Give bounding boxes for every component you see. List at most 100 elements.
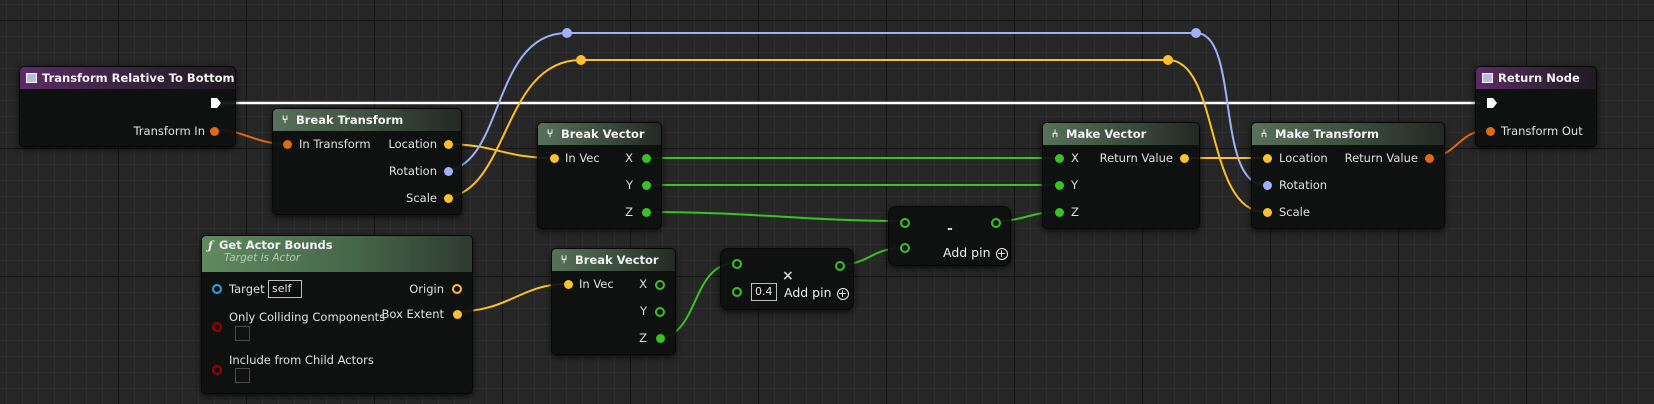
make-vector-x-label: X — [1071, 151, 1079, 165]
scale-label: Scale — [406, 191, 437, 205]
transform-out-pin[interactable] — [1486, 127, 1495, 136]
include-children-checkbox[interactable] — [235, 368, 250, 383]
make-transform-rotation-pin[interactable] — [1263, 181, 1272, 190]
exec-out-pin[interactable] — [210, 97, 222, 109]
in-vec-pin-2[interactable] — [564, 280, 573, 289]
multiply-value-field[interactable]: 0.4 — [751, 283, 777, 301]
make-vector-return-label: Return Value — [1099, 151, 1173, 165]
break-vector-title-2: Break Vector — [575, 253, 659, 267]
make-transform-location-label: Location — [1279, 151, 1328, 165]
make-transform-return-pin[interactable] — [1425, 154, 1434, 163]
in-vec-pin-1[interactable] — [550, 154, 559, 163]
in-vec-label-2: In Vec — [579, 277, 614, 291]
return-node-header[interactable]: Return Node — [1476, 67, 1596, 89]
z-label-1: Z — [625, 205, 633, 219]
make-vector-title: Make Vector — [1066, 127, 1147, 141]
subtract-add-pin-button[interactable]: Add pin + — [943, 245, 1008, 260]
get-actor-bounds-header[interactable]: ƒ Get Actor Bounds Target is Actor — [202, 236, 472, 272]
make-vector-z-label: Z — [1071, 205, 1079, 219]
y-label-1: Y — [625, 178, 633, 192]
function-result-icon — [1482, 73, 1493, 83]
get-actor-bounds-subtitle: Target is Actor — [224, 252, 301, 264]
scale-pin[interactable] — [444, 194, 453, 203]
transform-relative-node[interactable]: Transform Relative To Bottom Transform I… — [19, 66, 236, 147]
make-vector-y-pin[interactable] — [1055, 181, 1064, 190]
transform-in-pin[interactable] — [210, 127, 219, 136]
location-pin[interactable] — [444, 140, 453, 149]
break-vector-title-1: Break Vector — [561, 127, 645, 141]
rotation-label: Rotation — [388, 164, 437, 178]
multiply-in-a-pin[interactable] — [732, 259, 742, 269]
transform-relative-header[interactable]: Transform Relative To Bottom — [20, 67, 235, 89]
include-children-pin[interactable] — [212, 365, 222, 375]
y-pin-1[interactable] — [642, 181, 651, 190]
x-label-1: X — [625, 151, 633, 165]
z-pin-2[interactable] — [656, 334, 665, 343]
make-transform-return-label: Return Value — [1344, 151, 1418, 165]
target-pin[interactable] — [212, 284, 222, 294]
make-icon: ⑃ — [1260, 127, 1268, 140]
subtract-out-pin[interactable] — [991, 218, 1001, 228]
z-pin-1[interactable] — [642, 208, 651, 217]
make-vector-header[interactable]: ⑃ Make Vector — [1043, 123, 1199, 145]
y-pin-2[interactable] — [655, 307, 665, 317]
break-icon: ⑂ — [281, 113, 289, 126]
transform-in-label: Transform In — [133, 124, 205, 138]
subtract-node[interactable]: - Add pin + — [888, 206, 1011, 266]
transform-relative-title: Transform Relative To Bottom — [42, 71, 235, 85]
target-value-field[interactable]: self — [268, 280, 302, 298]
transform-out-label: Transform Out — [1501, 124, 1583, 138]
make-transform-scale-label: Scale — [1279, 205, 1310, 219]
location-label: Location — [388, 137, 437, 151]
make-transform-rotation-label: Rotation — [1279, 178, 1328, 192]
make-transform-node[interactable]: ⑃ Make Transform Location Rotation Scale… — [1251, 122, 1445, 229]
make-vector-y-label: Y — [1071, 178, 1079, 192]
make-vector-x-pin[interactable] — [1055, 154, 1064, 163]
box-extent-label: Box Extent — [381, 307, 445, 321]
in-transform-label: In Transform — [299, 137, 371, 151]
in-vec-label-1: In Vec — [565, 151, 600, 165]
subtract-in-a-pin[interactable] — [900, 218, 910, 228]
rotation-pin[interactable] — [444, 167, 453, 176]
origin-label: Origin — [409, 282, 444, 296]
x-pin-2[interactable] — [655, 280, 665, 290]
break-transform-node[interactable]: ⑂ Break Transform In Transform Location … — [272, 108, 462, 215]
make-vector-return-pin[interactable] — [1180, 154, 1189, 163]
make-icon: ⑃ — [1051, 127, 1059, 140]
multiply-node[interactable]: × 0.4 Add pin + — [720, 248, 854, 310]
only-colliding-pin[interactable] — [212, 322, 222, 332]
get-actor-bounds-node[interactable]: ƒ Get Actor Bounds Target is Actor Targe… — [201, 235, 473, 394]
origin-pin[interactable] — [452, 284, 462, 294]
x-pin-1[interactable] — [642, 154, 651, 163]
y-label-2: Y — [639, 304, 647, 318]
break-transform-header[interactable]: ⑂ Break Transform — [273, 109, 461, 131]
break-vector-header-1[interactable]: ⑂ Break Vector — [538, 123, 661, 145]
in-transform-pin[interactable] — [283, 140, 292, 149]
box-extent-pin[interactable] — [453, 310, 462, 319]
only-colliding-label: Only Colliding Components — [229, 310, 386, 324]
only-colliding-checkbox[interactable] — [235, 326, 250, 341]
make-vector-node[interactable]: ⑃ Make Vector X Y Z Return Value — [1042, 122, 1200, 229]
make-transform-scale-pin[interactable] — [1263, 208, 1272, 217]
make-transform-location-pin[interactable] — [1263, 154, 1272, 163]
return-node[interactable]: Return Node Transform Out — [1475, 66, 1597, 147]
break-vector-header-2[interactable]: ⑂ Break Vector — [552, 249, 675, 271]
break-vector-node-1[interactable]: ⑂ Break Vector In Vec X Y Z — [537, 122, 662, 229]
break-vector-node-2[interactable]: ⑂ Break Vector In Vec X Y Z — [551, 248, 676, 355]
x-label-2: X — [639, 277, 647, 291]
subtract-add-pin-label: Add pin — [943, 245, 991, 260]
target-label: Target — [229, 282, 265, 296]
make-transform-header[interactable]: ⑃ Make Transform — [1252, 123, 1444, 145]
multiply-in-b-pin[interactable] — [732, 287, 742, 297]
exec-in-pin[interactable] — [1486, 97, 1498, 109]
multiply-icon: × — [782, 268, 794, 284]
get-actor-bounds-title: Get Actor Bounds — [218, 238, 333, 252]
multiply-add-pin-button[interactable]: Add pin + — [784, 285, 849, 300]
include-children-label: Include from Child Actors — [229, 353, 374, 367]
multiply-out-pin[interactable] — [835, 261, 845, 271]
subtract-icon: - — [947, 221, 953, 237]
subtract-in-b-pin[interactable] — [900, 243, 910, 253]
make-vector-z-pin[interactable] — [1055, 208, 1064, 217]
multiply-add-pin-label: Add pin — [784, 285, 832, 300]
break-icon: ⑂ — [560, 253, 568, 266]
